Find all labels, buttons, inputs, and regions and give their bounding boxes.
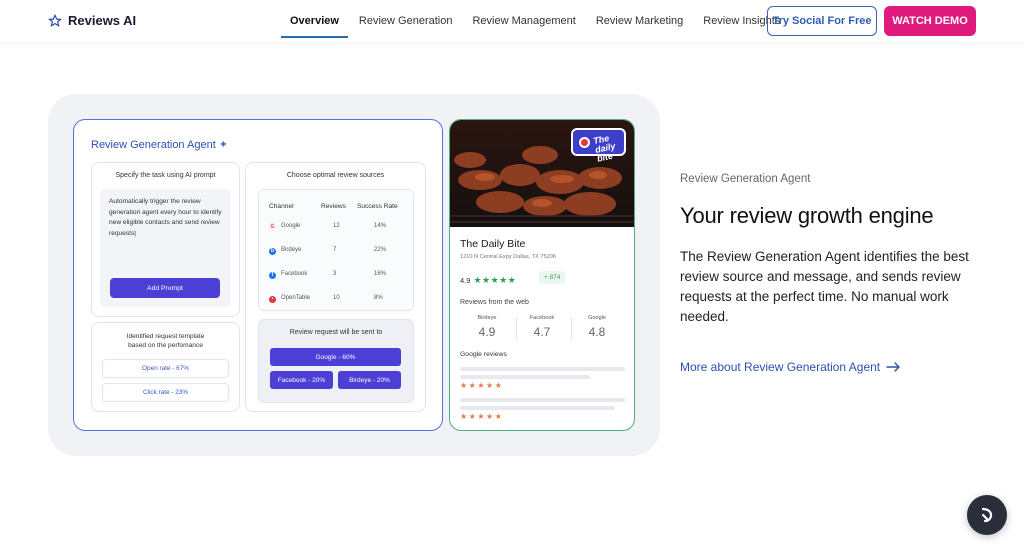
prompt-text: Automatically trigger the review generat… bbox=[109, 198, 222, 237]
facebook-target-pill[interactable]: Facebook - 20% bbox=[270, 371, 333, 389]
google-reviews-title: Google reviews bbox=[460, 351, 507, 358]
sources-box-title: Choose optimal review sources bbox=[286, 172, 385, 179]
rating-stars: ★★★★★ bbox=[473, 275, 517, 285]
web-rating-birdeye: Birdeye 4.9 bbox=[467, 315, 507, 339]
click-rate[interactable]: Click rate - 23% bbox=[102, 383, 229, 402]
row-channel: Facebook bbox=[281, 271, 308, 277]
opentable-icon: • bbox=[269, 296, 276, 303]
web-source-value: 4.8 bbox=[588, 325, 606, 339]
web-source-value: 4.7 bbox=[533, 325, 551, 339]
google-target-pill[interactable]: Google - 60% bbox=[270, 348, 401, 366]
review-stars: ★★★★★ bbox=[460, 412, 504, 421]
send-targets-box: Review request will be sent to Google - … bbox=[258, 319, 414, 403]
row-rate: 8% bbox=[374, 295, 383, 301]
review-placeholder-line bbox=[460, 406, 615, 410]
web-rating-facebook: Facebook 4.7 bbox=[522, 315, 562, 339]
header-success-rate: Success Rate bbox=[357, 203, 398, 210]
sparkle-icon: ✦ bbox=[218, 139, 228, 151]
template-title-line2: based on the perfomance bbox=[128, 342, 203, 349]
row-reviews: 3 bbox=[333, 271, 337, 277]
birdeye-target-pill[interactable]: Birdeye - 20% bbox=[338, 371, 401, 389]
web-source-name: Facebook bbox=[529, 315, 555, 321]
birdeye-icon: b bbox=[269, 248, 276, 255]
web-source-value: 4.9 bbox=[478, 325, 496, 339]
row-channel: OpenTable bbox=[281, 295, 311, 301]
arrow-right-icon bbox=[886, 362, 900, 372]
agent-title-text: Review Generation Agent bbox=[91, 138, 216, 151]
business-address: 1210 N Central Expy Dallas, TX 75206 bbox=[460, 254, 556, 260]
facebook-icon: f bbox=[269, 272, 276, 279]
prompt-textarea[interactable]: Automatically trigger the review generat… bbox=[100, 189, 231, 307]
brand-name: Reviews AI bbox=[68, 13, 137, 28]
watch-demo-button[interactable]: WATCH DEMO bbox=[884, 6, 976, 36]
row-reviews: 7 bbox=[333, 247, 337, 253]
row-channel: Birdeye bbox=[281, 247, 302, 253]
row-rate: 14% bbox=[374, 223, 387, 229]
nav-link-review-generation[interactable]: Review Generation bbox=[350, 0, 462, 38]
header-channel: Channel bbox=[269, 203, 294, 210]
business-card: The daily bite The Daily Bite 1210 N Cen… bbox=[449, 119, 635, 431]
brand-badge: The daily bite bbox=[571, 128, 626, 164]
prompt-box: Specify the task using AI prompt Automat… bbox=[91, 162, 240, 317]
new-reviews-badge: + 874 bbox=[539, 271, 566, 284]
row-rate: 16% bbox=[374, 271, 387, 277]
agent-card-title: Review Generation Agent ✦ bbox=[91, 138, 228, 152]
add-prompt-button[interactable]: Add Prompt bbox=[110, 278, 220, 298]
chat-logo-icon bbox=[981, 507, 993, 523]
web-rating-google: Google 4.8 bbox=[577, 315, 617, 339]
badge-logo-icon bbox=[579, 137, 590, 148]
template-box: Identified request template based on the… bbox=[91, 322, 240, 412]
nav-links: Overview Review Generation Review Manage… bbox=[281, 0, 791, 42]
business-rating: 4.9 ★★★★★ bbox=[460, 275, 516, 286]
header-reviews: Reviews bbox=[321, 203, 346, 210]
reviews-web-title: Reviews from the web bbox=[460, 299, 529, 306]
divider bbox=[516, 317, 517, 341]
business-name: The Daily Bite bbox=[460, 238, 526, 250]
review-stars: ★★★★★ bbox=[460, 381, 504, 390]
review-placeholder-line bbox=[460, 367, 625, 371]
chat-widget-button[interactable] bbox=[967, 495, 1007, 535]
review-placeholder-line bbox=[460, 398, 625, 402]
sources-table: Channel Reviews Success Rate G Google 12 … bbox=[258, 189, 414, 311]
agent-card: Review Generation Agent ✦ Specify the ta… bbox=[73, 119, 443, 431]
template-title: Identified request template based on the… bbox=[92, 332, 239, 350]
section-headline: Your review growth engine bbox=[680, 203, 934, 228]
star-icon bbox=[48, 14, 62, 27]
more-about-link[interactable]: More about Review Generation Agent bbox=[680, 360, 901, 374]
section-eyebrow: Review Generation Agent bbox=[680, 173, 811, 185]
prompt-box-title: Specify the task using AI prompt bbox=[115, 172, 216, 179]
nav-link-review-marketing[interactable]: Review Marketing bbox=[587, 0, 692, 38]
web-source-name: Birdeye bbox=[477, 315, 497, 321]
template-title-line1: Identified request template bbox=[126, 333, 205, 340]
top-nav: Reviews AI Overview Review Generation Re… bbox=[0, 0, 1024, 42]
rating-value: 4.9 bbox=[460, 276, 471, 285]
send-targets-title: Review request will be sent to bbox=[289, 329, 383, 336]
try-free-button[interactable]: Try Social For Free bbox=[767, 6, 877, 36]
nav-link-review-management[interactable]: Review Management bbox=[463, 0, 584, 38]
open-rate[interactable]: Open rate - 67% bbox=[102, 359, 229, 378]
nav-link-overview[interactable]: Overview bbox=[281, 0, 348, 38]
row-channel: Google bbox=[281, 223, 301, 229]
row-reviews: 10 bbox=[333, 295, 340, 301]
divider bbox=[571, 317, 572, 341]
review-placeholder-line bbox=[460, 375, 590, 379]
row-reviews: 12 bbox=[333, 223, 340, 229]
more-about-link-text: More about Review Generation Agent bbox=[680, 360, 881, 374]
sources-box: Choose optimal review sources Channel Re… bbox=[245, 162, 426, 412]
row-rate: 22% bbox=[374, 247, 387, 253]
web-source-name: Google bbox=[587, 315, 607, 321]
google-icon: G bbox=[269, 223, 276, 230]
section-description: The Review Generation Agent identifies t… bbox=[680, 249, 969, 324]
brand-logo[interactable]: Reviews AI bbox=[48, 13, 136, 28]
